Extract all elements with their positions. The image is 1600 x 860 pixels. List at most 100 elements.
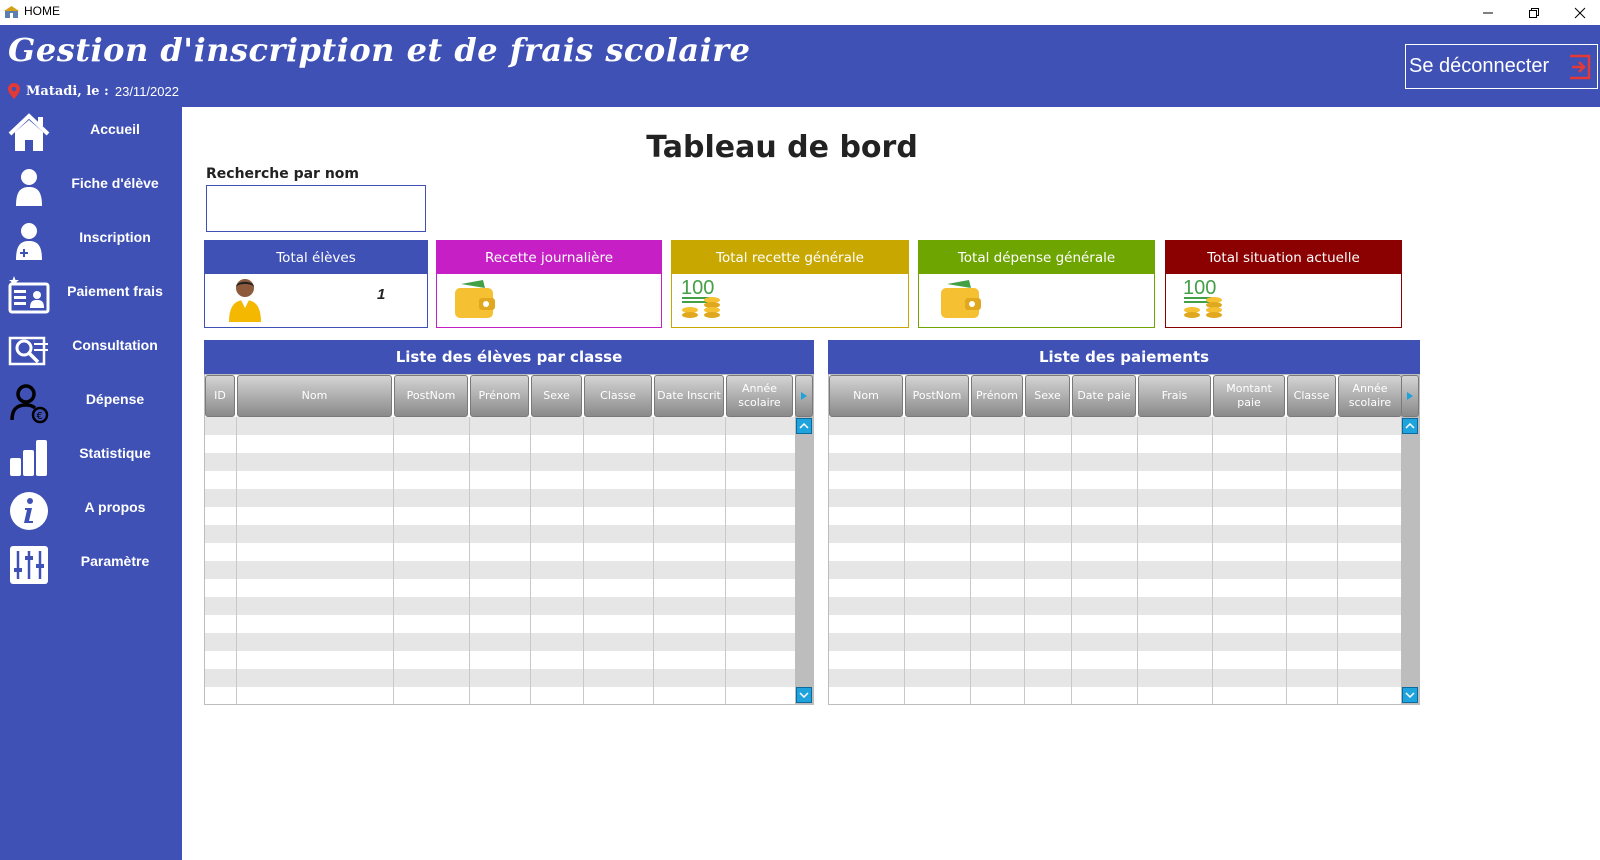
table-row[interactable] [205, 507, 795, 525]
table-row[interactable] [205, 579, 795, 597]
card-title: Total élèves [205, 241, 427, 274]
payments-panel: Liste des paiements Nom PostNom Prénom S… [828, 340, 1420, 705]
home-icon [8, 113, 50, 151]
column-header[interactable]: Nom [237, 375, 392, 417]
table-row[interactable] [829, 633, 1401, 651]
scroll-down-button[interactable] [1402, 687, 1418, 703]
scroll-up-button[interactable] [1402, 418, 1418, 434]
column-header[interactable]: Date Inscrit [654, 375, 724, 417]
sidebar-item-label: Paramètre [80, 553, 150, 569]
table-row[interactable] [829, 651, 1401, 669]
search-input[interactable] [206, 185, 426, 232]
card-recette-journaliere: Recette journalière [436, 240, 662, 328]
table-row[interactable] [829, 417, 1401, 435]
scroll-down-button[interactable] [796, 687, 812, 703]
table-row[interactable] [205, 633, 795, 651]
card-value: 1 [377, 286, 386, 303]
column-header[interactable]: Classe [584, 375, 652, 417]
sidebar-item-paiement-frais[interactable]: Paiement frais [0, 271, 182, 319]
table-row[interactable] [829, 435, 1401, 453]
svg-text:100: 100 [681, 277, 714, 299]
students-grid[interactable]: ID Nom PostNom Prénom Sexe Classe Date I… [204, 374, 814, 705]
column-header[interactable]: Date paie [1072, 375, 1136, 417]
column-header[interactable]: Nom [829, 375, 903, 417]
table-row[interactable] [205, 435, 795, 453]
table-row[interactable] [829, 669, 1401, 687]
sidebar-item-statistique[interactable]: Statistique [0, 433, 182, 481]
column-header[interactable]: Frais [1138, 375, 1211, 417]
sidebar-item-inscription[interactable]: Inscription [0, 217, 182, 265]
column-header[interactable]: Classe [1287, 375, 1336, 417]
scroll-right-button[interactable] [795, 375, 813, 417]
payments-grid[interactable]: Nom PostNom Prénom Sexe Date paie Frais … [828, 374, 1420, 705]
table-row[interactable] [205, 489, 795, 507]
table-row[interactable] [205, 453, 795, 471]
window-title: HOME [24, 4, 60, 18]
column-header[interactable]: Année scolaire [1338, 375, 1402, 417]
search-label: Recherche par nom [206, 166, 359, 182]
table-row[interactable] [829, 579, 1401, 597]
sidebar-item-fiche-eleve[interactable]: Fiche d'élève [0, 163, 182, 211]
restore-icon [1529, 7, 1539, 18]
table-row[interactable] [205, 687, 795, 704]
chevron-up-icon [799, 423, 809, 429]
table-row[interactable] [829, 597, 1401, 615]
table-row[interactable] [205, 525, 795, 543]
table-row[interactable] [205, 561, 795, 579]
location-pin-icon [8, 83, 20, 99]
logout-label: Se déconnecter [1409, 55, 1550, 77]
wallet-icon [941, 280, 981, 318]
table-row[interactable] [829, 561, 1401, 579]
scroll-right-button[interactable] [1401, 375, 1419, 417]
sidebar-item-label: Fiche d'élève [71, 175, 159, 191]
column-header[interactable]: Prénom [470, 375, 529, 417]
students-scrollbar[interactable] [795, 375, 813, 704]
sliders-icon [10, 546, 48, 584]
column-header[interactable]: Montant paie [1213, 375, 1285, 417]
card-total-eleves: Total élèves 1 [204, 240, 428, 328]
card-title: Total situation actuelle [1166, 241, 1401, 274]
money-coins-icon: 100 [681, 277, 720, 318]
table-row[interactable] [205, 651, 795, 669]
column-header[interactable]: Sexe [1025, 375, 1070, 417]
column-header[interactable]: PostNom [394, 375, 468, 417]
minimize-button[interactable] [1465, 0, 1511, 25]
location-date: Matadi, le : 23/11/2022 [8, 83, 179, 99]
table-row[interactable] [829, 543, 1401, 561]
info-icon [10, 492, 48, 530]
table-row[interactable] [829, 615, 1401, 633]
card-title: Total dépense générale [919, 241, 1154, 274]
table-row[interactable] [829, 507, 1401, 525]
table-row[interactable] [205, 417, 795, 435]
table-row[interactable] [205, 471, 795, 489]
table-row[interactable] [205, 597, 795, 615]
sidebar-item-accueil[interactable]: Accueil [0, 109, 182, 157]
table-row[interactable] [205, 669, 795, 687]
restore-button[interactable] [1511, 0, 1557, 25]
table-row[interactable] [829, 453, 1401, 471]
payments-rows [829, 417, 1401, 704]
close-button[interactable] [1557, 0, 1600, 25]
sidebar-item-a-propos[interactable]: A propos [0, 487, 182, 535]
column-header[interactable]: Sexe [531, 375, 582, 417]
column-header[interactable]: ID [205, 375, 235, 417]
card-total-situation-actuelle: Total situation actuelle 100 [1165, 240, 1402, 328]
column-header[interactable]: Année scolaire [726, 375, 793, 417]
table-row[interactable] [829, 687, 1401, 704]
table-row[interactable] [205, 615, 795, 633]
logout-button[interactable]: Se déconnecter [1405, 44, 1598, 89]
sidebar-item-consultation[interactable]: Consultation [0, 325, 182, 373]
column-header[interactable]: PostNom [905, 375, 969, 417]
column-header[interactable]: Prénom [971, 375, 1023, 417]
minimize-icon [1483, 12, 1493, 13]
table-row[interactable] [829, 525, 1401, 543]
table-row[interactable] [205, 543, 795, 561]
sidebar-item-depense[interactable]: € Dépense [0, 379, 182, 427]
sidebar-item-parametre[interactable]: Paramètre [0, 541, 182, 589]
card-total-depense-generale: Total dépense générale [918, 240, 1155, 328]
students-panel-title: Liste des élèves par classe [204, 340, 814, 374]
payments-scrollbar[interactable] [1401, 375, 1419, 704]
table-row[interactable] [829, 471, 1401, 489]
table-row[interactable] [829, 489, 1401, 507]
scroll-up-button[interactable] [796, 418, 812, 434]
